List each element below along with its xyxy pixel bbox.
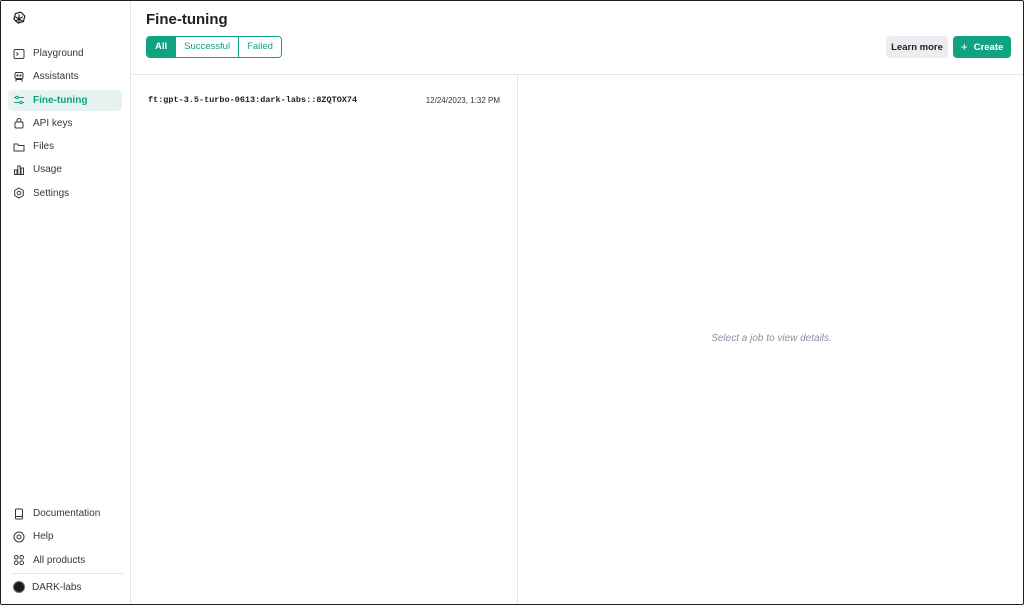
sidebar-item-label: Fine-tuning: [33, 94, 88, 106]
openai-logo-icon[interactable]: [10, 10, 28, 28]
learn-more-button[interactable]: Learn more: [886, 36, 948, 58]
org-avatar: [13, 581, 25, 593]
job-list-item[interactable]: ft:gpt-3.5-turbo-0613:dark-labs::8ZQTOX7…: [132, 89, 517, 111]
create-button[interactable]: + Create: [953, 36, 1011, 58]
lock-icon: [13, 117, 25, 129]
job-name: ft:gpt-3.5-turbo-0613:dark-labs::8ZQTOX7…: [148, 95, 358, 105]
sidebar-item-settings[interactable]: Settings: [8, 183, 122, 204]
sidebar-item-label: Playground: [33, 48, 84, 59]
status-filter: All Successful Failed: [146, 36, 282, 58]
sidebar-item-label: Help: [33, 531, 54, 543]
sidebar-bottom-nav: Documentation Help All products: [8, 503, 122, 573]
sidebar-item-label: Assistants: [33, 71, 79, 83]
filter-failed-button[interactable]: Failed: [239, 37, 281, 57]
sidebar-item-label: API keys: [33, 117, 73, 129]
header-divider: [132, 74, 1023, 75]
sidebar-item-help[interactable]: Help: [8, 526, 122, 547]
sidebar-divider: [11, 573, 123, 574]
plus-icon: +: [960, 40, 968, 54]
app-window: Playground Assistants Fine-tuning API ke…: [0, 0, 1024, 605]
sliders-icon: [13, 94, 25, 106]
sidebar: Playground Assistants Fine-tuning API ke…: [1, 1, 131, 604]
org-name: DARK-labs: [32, 581, 82, 593]
sidebar-item-label: Settings: [33, 187, 70, 199]
page-title: Fine-tuning: [146, 11, 228, 28]
sidebar-item-label: Files: [33, 141, 55, 153]
sidebar-item-documentation[interactable]: Documentation: [8, 503, 122, 524]
filter-all-button[interactable]: All: [147, 37, 177, 57]
sidebar-item-label: All products: [33, 554, 86, 566]
sidebar-item-fine-tuning[interactable]: Fine-tuning: [8, 89, 122, 111]
sidebar-item-api-keys[interactable]: API keys: [8, 113, 122, 134]
sidebar-item-usage[interactable]: Usage: [8, 159, 122, 180]
job-date: 12/24/2023, 1:32 PM: [425, 95, 500, 105]
grid-icon: [13, 554, 25, 566]
robot-icon: [13, 71, 25, 83]
sidebar-nav: Playground Assistants Fine-tuning API ke…: [8, 43, 122, 206]
sidebar-item-files[interactable]: Files: [8, 136, 122, 157]
folder-icon: [13, 141, 25, 153]
filter-successful-button[interactable]: Successful: [176, 37, 240, 57]
sidebar-item-all-products[interactable]: All products: [8, 550, 122, 571]
bar-chart-icon: [13, 164, 25, 176]
sidebar-item-assistants[interactable]: Assistants: [8, 66, 122, 87]
book-icon: [13, 508, 25, 520]
empty-detail-message: Select a job to view details.: [711, 333, 832, 344]
terminal-icon: [13, 48, 25, 60]
org-switcher[interactable]: DARK-labs: [13, 581, 81, 593]
sidebar-item-playground[interactable]: Playground: [8, 43, 122, 64]
sidebar-item-label: Usage: [33, 164, 62, 176]
help-icon: [13, 531, 25, 543]
create-button-label: Create: [973, 41, 1004, 53]
sidebar-item-label: Documentation: [33, 508, 101, 519]
gear-icon: [13, 187, 25, 199]
